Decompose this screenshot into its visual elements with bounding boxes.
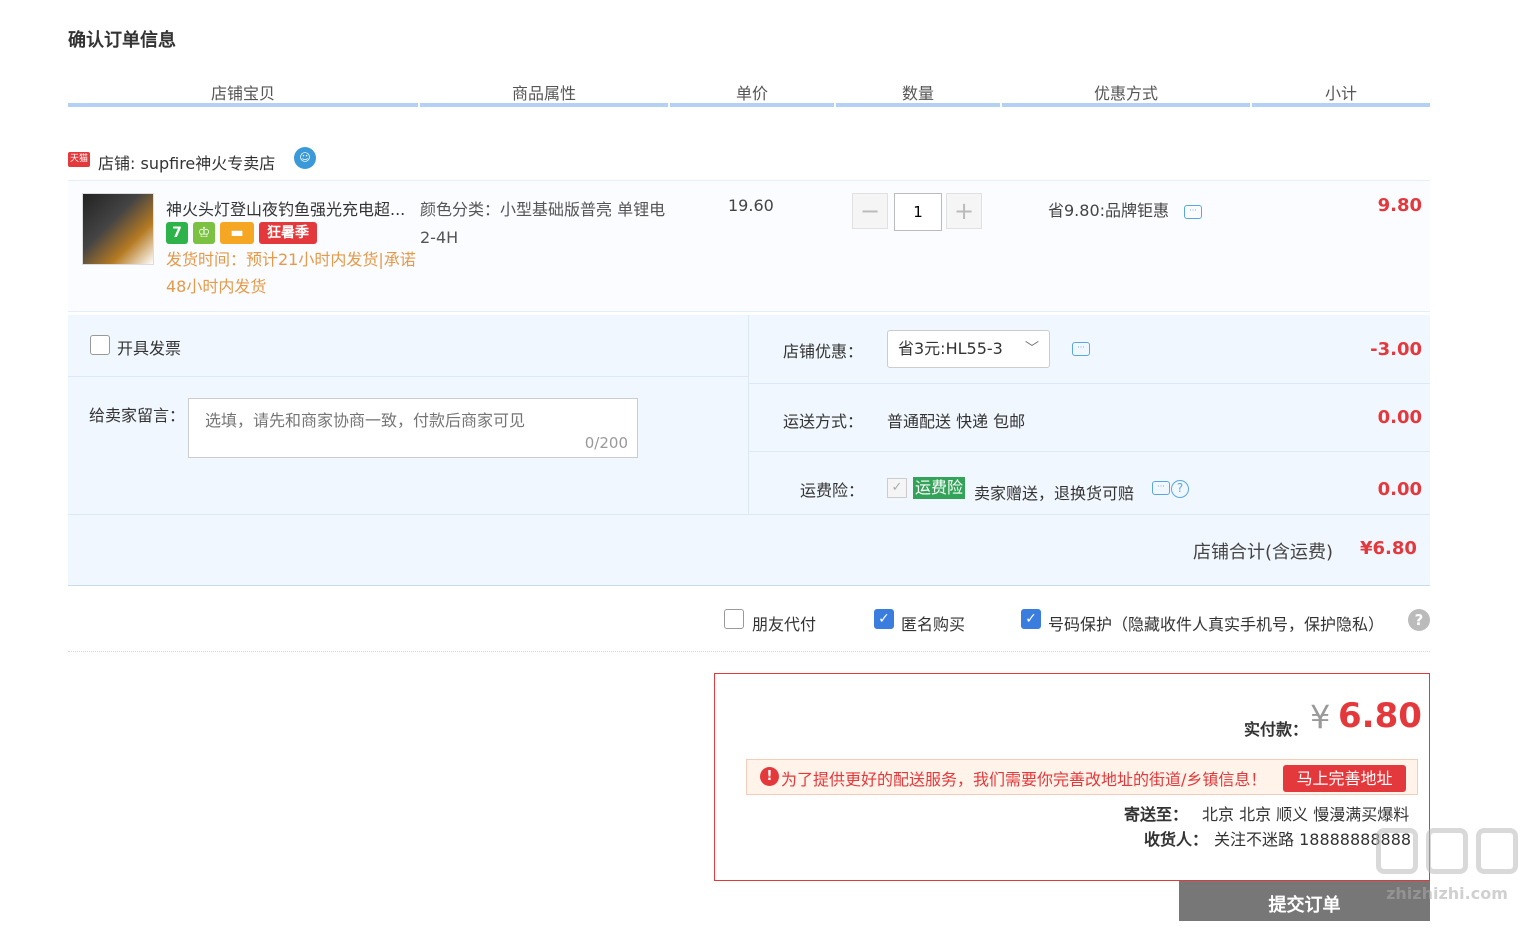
shipping-method: 普通配送 快递 包邮 (887, 412, 1026, 431)
qty-input[interactable] (894, 193, 942, 231)
shop-total-label: 店铺合计(含运费) (1193, 542, 1334, 563)
anonymous-checkbox[interactable]: ✓ (874, 609, 894, 629)
address-warning-text: 为了提供更好的配送服务，我们需要你完善改地址的街道/乡镇信息！ (781, 770, 1267, 789)
comment-icon[interactable]: ··· (1072, 342, 1090, 356)
unit-price: 19.60 (728, 196, 774, 215)
message-counter: 0/200 (584, 434, 628, 452)
insurance-checkbox: ✓ (887, 478, 907, 498)
ship-time-note: 发货时间：预计21小时内发货|承诺48小时内发货 (166, 250, 416, 296)
pay-label: 实付款： (1244, 720, 1309, 739)
qty-increase-button[interactable]: + (946, 193, 982, 229)
column-header-item: 店铺宝贝 (210, 84, 275, 103)
currency-symbol: ¥ (1310, 698, 1331, 736)
watermark-glyph (1376, 828, 1418, 874)
store-coupon-select[interactable]: 省3元:HL55-3 ﹀ (887, 330, 1050, 368)
promo-tag: 狂暑季 (259, 222, 317, 244)
item-attributes: 颜色分类：小型基础版普亮 单锂电2-4H (420, 200, 666, 247)
column-header-subtotal: 小计 (1324, 84, 1357, 103)
help-icon[interactable]: ? (1408, 609, 1430, 631)
divider (68, 376, 748, 377)
store-coupon-amount: -3.00 (1370, 339, 1422, 360)
insurance-badge: 运费险 (913, 477, 966, 499)
seven-day-return-icon: 7 (166, 222, 188, 244)
watermark-glyph (1476, 828, 1518, 874)
invoice-label: 开具发票 (117, 339, 182, 358)
header-underline (68, 103, 418, 107)
header-underline (420, 103, 668, 107)
number-protect-label: 号码保护（隐藏收件人真实手机号，保护隐私） (1048, 615, 1385, 634)
column-header-price: 单价 (735, 84, 768, 103)
watermark-logo: zhizhizhi.com (1372, 828, 1522, 910)
invoice-checkbox[interactable] (90, 335, 110, 355)
item-discount: 省9.80:品牌钜惠 (1048, 201, 1170, 220)
help-icon[interactable]: ? (1171, 480, 1189, 498)
receiver-label: 收货人： (1143, 830, 1208, 849)
wangwang-chat-icon[interactable]: ☺ (294, 147, 316, 169)
warning-icon: ! (760, 767, 779, 786)
service-icon: ♔ (193, 222, 215, 244)
header-underline (1252, 103, 1430, 107)
credit-card-icon: ▬ (220, 222, 254, 244)
watermark-text: zhizhizhi.com (1386, 884, 1508, 903)
divider (749, 451, 1430, 452)
complete-address-button[interactable]: 马上完善地址 (1283, 765, 1406, 792)
store-coupon-label: 店铺优惠： (783, 342, 864, 361)
pay-amount: 6.80 (1338, 696, 1422, 736)
comment-icon[interactable]: ··· (1184, 205, 1202, 219)
qty-decrease-button[interactable]: − (852, 193, 888, 229)
page-title: 确认订单信息 (68, 30, 176, 51)
divider (749, 383, 1430, 384)
store-coupon-value: 省3元:HL55-3 (898, 339, 1003, 358)
ship-to-label: 寄送至： (1123, 805, 1188, 824)
column-header-discount: 优惠方式 (1093, 84, 1158, 103)
item-thumbnail[interactable] (82, 193, 154, 265)
column-header-attr: 商品属性 (511, 84, 576, 103)
number-protect-checkbox[interactable]: ✓ (1021, 609, 1041, 629)
chevron-down-icon: ﹀ (1025, 341, 1039, 357)
insurance-amount: 0.00 (1377, 479, 1422, 500)
insurance-text: 卖家赠送，退换货可赔 (974, 484, 1135, 503)
divider (68, 651, 1430, 652)
divider (68, 514, 1430, 515)
comment-icon[interactable]: ··· (1152, 481, 1170, 495)
friend-pay-checkbox[interactable] (724, 609, 744, 629)
shop-total-amount: ¥6.80 (1360, 538, 1417, 559)
divider (748, 315, 749, 515)
item-title[interactable]: 神火头灯登山夜钓鱼强光充电超... (166, 196, 416, 220)
shipping-amount: 0.00 (1377, 407, 1422, 428)
header-underline (1002, 103, 1250, 107)
insurance-label: 运费险： (800, 481, 865, 500)
header-underline (836, 103, 1000, 107)
ship-to-address: 北京 北京 顺义 慢漫满买爆料 (1202, 805, 1410, 824)
message-label: 给卖家留言： (89, 406, 186, 425)
shipping-label: 运送方式： (783, 412, 864, 431)
header-underline (670, 103, 834, 107)
column-header-qty: 数量 (901, 84, 934, 103)
tmall-icon: 天猫 (68, 152, 90, 167)
item-subtotal: 9.80 (1377, 195, 1422, 216)
friend-pay-label: 朋友代付 (752, 615, 817, 634)
shop-name[interactable]: 店铺: supfire神火专卖店 (98, 150, 275, 174)
watermark-glyph (1426, 828, 1468, 874)
anonymous-label: 匿名购买 (901, 615, 966, 634)
